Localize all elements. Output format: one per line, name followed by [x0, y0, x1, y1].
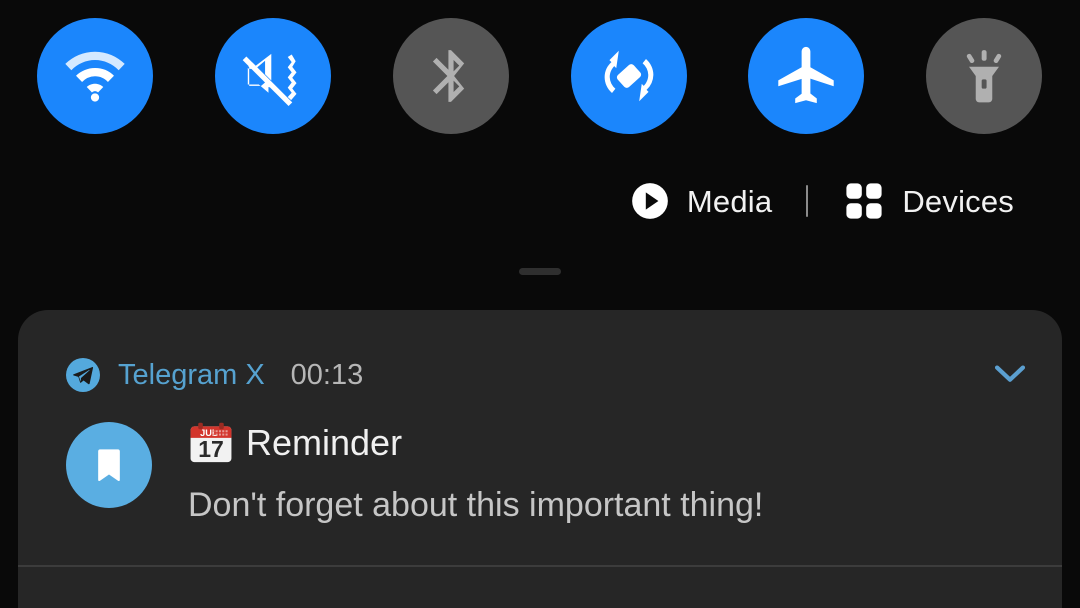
- notification-app-name: Telegram X: [118, 358, 265, 391]
- bookmark-icon: [98, 449, 120, 482]
- chevron-down-icon: [994, 365, 1026, 382]
- qs-tile-flashlight[interactable]: [926, 18, 1042, 134]
- qs-tile-wifi[interactable]: [37, 18, 153, 134]
- notification-body: JUL 17 Reminder Don't forget about this …: [66, 418, 1022, 525]
- quick-settings-tiles-row: [0, 18, 1080, 134]
- notification-expand-button[interactable]: [988, 360, 1032, 390]
- notification-divider: [18, 565, 1062, 567]
- notification-time: 00:13: [290, 358, 364, 391]
- quick-settings-panel: Media Devices Telegram X 00:13 JUL 17 Re…: [0, 0, 1080, 608]
- notification-header: Telegram X 00:13: [66, 355, 1022, 395]
- shortcuts-row: Media Devices: [0, 170, 1080, 232]
- grid-four-icon: [846, 183, 882, 219]
- flashlight-icon: [966, 50, 1002, 103]
- qs-tile-auto-rotate[interactable]: [571, 18, 687, 134]
- notification-title-row: JUL 17 Reminder: [188, 420, 763, 466]
- notification-card[interactable]: Telegram X 00:13 JUL 17 Reminder Don't f…: [18, 310, 1062, 608]
- media-shortcut[interactable]: Media: [629, 180, 772, 222]
- devices-shortcut[interactable]: Devices: [842, 179, 1014, 223]
- media-label: Media: [686, 183, 773, 219]
- notification-text-block: JUL 17 Reminder Don't forget about this …: [188, 418, 763, 525]
- avatar: [66, 422, 152, 508]
- bluetooth-icon: [432, 50, 465, 102]
- notification-title: Reminder: [246, 422, 403, 464]
- calendar-emoji-day: 17: [198, 436, 224, 462]
- qs-tile-airplane[interactable]: [748, 18, 864, 134]
- calendar-emoji: JUL 17: [190, 422, 232, 463]
- vibrate-icon: [242, 53, 297, 107]
- qs-tile-bluetooth[interactable]: [393, 18, 509, 134]
- panel-drag-handle[interactable]: [519, 268, 561, 275]
- devices-label: Devices: [902, 183, 1014, 219]
- notification-message: Don't forget about this important thing!: [188, 486, 764, 524]
- wifi-icon: [65, 51, 125, 102]
- qs-tile-vibrate[interactable]: [215, 18, 331, 134]
- auto-rotate-icon: [604, 50, 654, 102]
- play-circle-icon: [632, 183, 668, 219]
- airplane-icon: [778, 46, 834, 104]
- telegram-plane-icon: [66, 358, 100, 392]
- shortcut-separator: [806, 185, 809, 217]
